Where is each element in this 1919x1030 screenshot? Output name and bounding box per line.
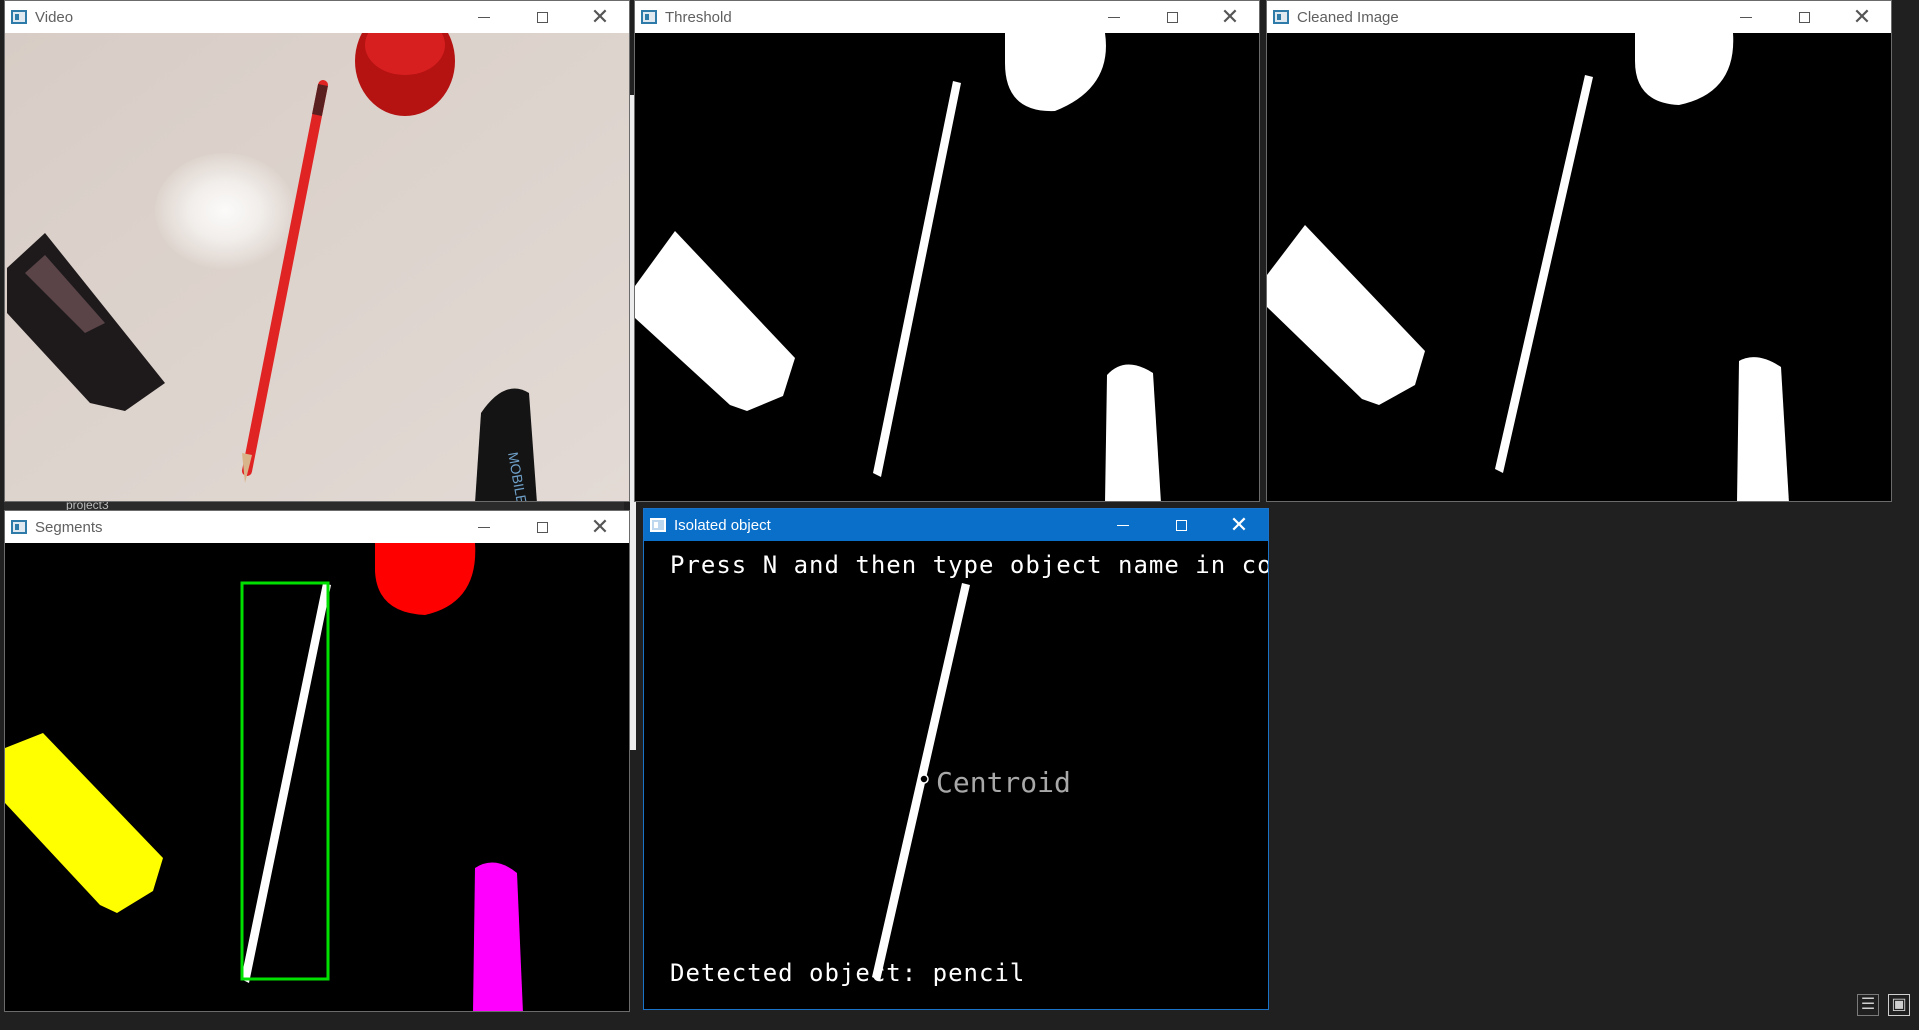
maximize-icon: [536, 521, 548, 533]
maximize-button[interactable]: [1775, 1, 1833, 33]
threshold-titlebar[interactable]: Threshold ✕: [635, 1, 1259, 33]
threshold-image: [635, 33, 1259, 501]
close-icon: ✕: [1852, 4, 1872, 29]
isolated-frame: Press N and then type object name in con…: [644, 541, 1268, 1009]
video-image: MOBILEE: [5, 33, 629, 501]
centroid-marker: [919, 774, 929, 784]
centroid-label: Centroid: [936, 766, 1071, 799]
close-icon: ✕: [590, 4, 610, 29]
maximize-icon: [1798, 11, 1810, 23]
segments-frame: [5, 543, 629, 1011]
video-window-title: Video: [35, 8, 74, 26]
segments-image: [5, 543, 629, 1011]
window-app-icon: [1273, 10, 1289, 24]
cleaned-window-title: Cleaned Image: [1297, 8, 1399, 26]
segments-titlebar[interactable]: Segments ✕: [5, 511, 629, 543]
minimize-icon: [1117, 524, 1129, 526]
list-view-icon: ☰: [1860, 996, 1876, 1013]
window-app-icon: [11, 10, 27, 24]
window-app-icon: [11, 520, 27, 534]
close-icon: ✕: [590, 514, 610, 539]
minimize-button[interactable]: [455, 511, 513, 543]
close-icon: ✕: [1220, 4, 1240, 29]
threshold-window[interactable]: Threshold ✕: [634, 0, 1260, 502]
segments-window-title: Segments: [35, 518, 103, 536]
close-icon: ✕: [1229, 512, 1249, 537]
segments-window[interactable]: Segments ✕: [4, 510, 630, 1012]
maximize-button[interactable]: [1152, 509, 1210, 541]
maximize-button[interactable]: [513, 1, 571, 33]
cleaned-window[interactable]: Cleaned Image ✕: [1266, 0, 1892, 502]
video-titlebar[interactable]: Video ✕: [5, 1, 629, 33]
segment-magenta: [473, 862, 523, 1011]
minimize-button[interactable]: [1094, 509, 1152, 541]
window-app-icon: [650, 518, 666, 532]
minimize-button[interactable]: [1085, 1, 1143, 33]
maximize-icon: [1175, 519, 1187, 531]
minimize-button[interactable]: [455, 1, 513, 33]
close-button[interactable]: ✕: [571, 511, 629, 543]
isolated-window[interactable]: Isolated object ✕ Press N and then type …: [643, 508, 1269, 1010]
threshold-window-title: Threshold: [665, 8, 732, 26]
minimize-icon: [478, 526, 490, 528]
video-frame: MOBILEE: [5, 33, 629, 501]
minimize-icon: [478, 16, 490, 18]
maximize-button[interactable]: [1143, 1, 1201, 33]
close-button[interactable]: ✕: [571, 1, 629, 33]
close-button[interactable]: ✕: [1833, 1, 1891, 33]
instruction-text: Press N and then type object name in con…: [670, 551, 1268, 579]
window-app-icon: [641, 10, 657, 24]
tile-view-button[interactable]: ▣: [1888, 994, 1910, 1016]
threshold-frame: [635, 33, 1259, 501]
list-view-button[interactable]: ☰: [1857, 994, 1879, 1016]
close-button[interactable]: ✕: [1210, 509, 1268, 541]
isolated-window-title: Isolated object: [674, 516, 771, 534]
video-window[interactable]: Video ✕ MOBILEE: [4, 0, 630, 502]
cleaned-titlebar[interactable]: Cleaned Image ✕: [1267, 1, 1891, 33]
minimize-button[interactable]: [1717, 1, 1775, 33]
minimize-icon: [1740, 16, 1752, 18]
maximize-button[interactable]: [513, 511, 571, 543]
close-button[interactable]: ✕: [1201, 1, 1259, 33]
detected-object-text: Detected object: pencil: [670, 959, 1026, 987]
cleaned-image: [1267, 33, 1891, 501]
maximize-icon: [1166, 11, 1178, 23]
maximize-icon: [536, 11, 548, 23]
cleaned-frame: [1267, 33, 1891, 501]
tile-view-icon: ▣: [1891, 996, 1907, 1013]
isolated-titlebar[interactable]: Isolated object ✕: [644, 509, 1268, 541]
minimize-icon: [1108, 16, 1120, 18]
